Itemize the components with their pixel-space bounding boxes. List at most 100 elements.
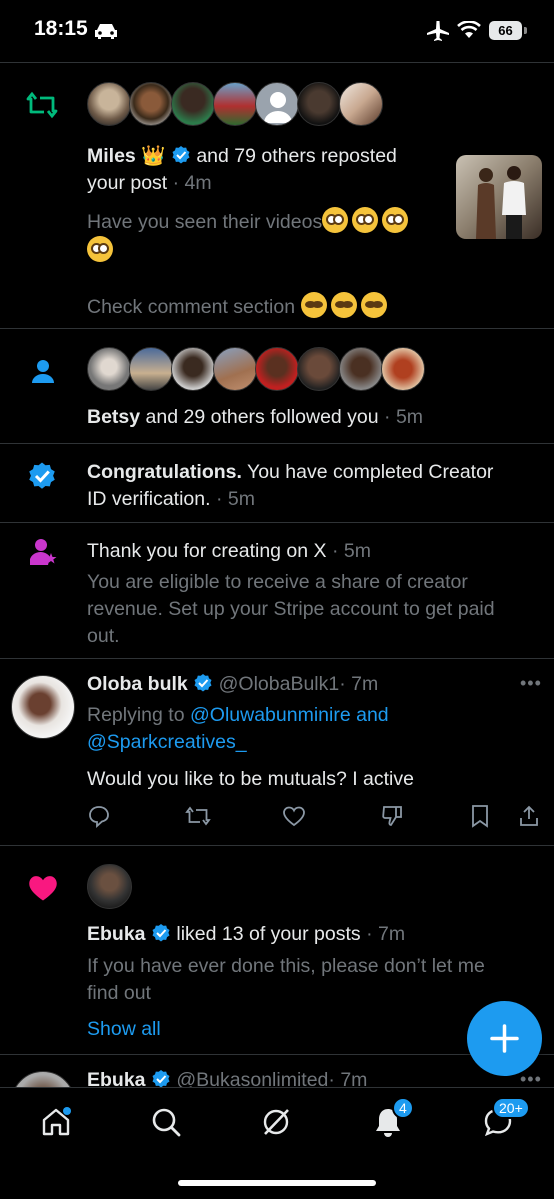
avatar (255, 82, 299, 126)
tab-grok[interactable] (260, 1106, 292, 1143)
notification-verification[interactable]: Congratulations. You have completed Crea… (0, 444, 554, 522)
crown-emoji: 👑 (141, 145, 166, 167)
messages-badge: 20+ (492, 1097, 530, 1119)
user-name[interactable]: Ebuka (87, 923, 146, 945)
avatar (339, 347, 383, 391)
tab-messages[interactable]: 20+ (482, 1097, 530, 1143)
post-snippet: Have you seen their videos Check comment… (87, 207, 447, 321)
notification-reply[interactable]: ••• Oloba bulk @OlobaBulk1· 7m Replying … (0, 659, 554, 845)
creator-title: Thank you for creating on X (87, 540, 327, 562)
user-handle: @Bukasonlimited (176, 1069, 329, 1087)
user-name[interactable]: Betsy (87, 406, 140, 428)
snippet-line2: find out (87, 982, 151, 1004)
verified-icon (194, 674, 212, 692)
creator-line3: out. (87, 625, 120, 647)
replying-to: Replying to @Oluwabunminire and @Sparkcr… (87, 702, 517, 756)
bookmark-icon[interactable] (469, 804, 491, 828)
flushed-emoji (322, 207, 349, 233)
verified-icon (152, 1070, 170, 1087)
notifications-badge: 4 (392, 1097, 414, 1119)
timestamp: · 5m (215, 488, 255, 510)
tab-notifications[interactable]: 4 (372, 1097, 414, 1143)
reply-icon[interactable] (87, 804, 111, 828)
timestamp: · 4m (172, 172, 212, 194)
tab-home[interactable] (40, 1106, 72, 1143)
follow-action: and 29 others followed you (145, 406, 379, 428)
show-all-link[interactable]: Show all (87, 1016, 161, 1043)
timestamp: · 7m (339, 673, 379, 695)
more-options-icon[interactable]: ••• (520, 673, 542, 694)
repost-action: and 79 others reposted (196, 145, 397, 167)
user-name[interactable]: Ebuka (87, 1069, 146, 1087)
snippet-line1: If you have ever done this, please don’t… (87, 955, 485, 977)
crying-emoji (300, 292, 327, 318)
repost-icon (26, 91, 58, 119)
compose-icon (490, 1024, 519, 1053)
default-avatar-icon (264, 92, 292, 123)
avatar[interactable] (11, 1071, 75, 1087)
avatar[interactable] (87, 864, 132, 909)
thumbnail-people-image (476, 166, 526, 239)
creator-line2: revenue. Set up your Stripe account to g… (87, 598, 495, 620)
avatar (87, 82, 131, 126)
avatar (213, 82, 257, 126)
mention-link[interactable]: @Oluwabunminire and (190, 704, 389, 726)
home-icon (42, 1107, 71, 1136)
timestamp: · 7m (328, 1069, 368, 1087)
creator-line1: You are eligible to receive a share of c… (87, 571, 468, 593)
verified-icon (172, 146, 190, 164)
avatar (171, 347, 215, 391)
partial-header: Ebuka @Bukasonlimited· 7m (87, 1067, 517, 1087)
share-icon[interactable] (517, 804, 541, 828)
notification-creator[interactable]: Thank you for creating on X · 5m You are… (0, 523, 554, 658)
mention-link[interactable]: @Sparkcreatives_ (87, 731, 247, 753)
repost-text: Miles 👑 and 79 others reposted your post… (87, 143, 447, 197)
avatar[interactable] (11, 675, 75, 739)
dislike-icon[interactable] (380, 804, 404, 828)
status-bar: 18:15 66 (0, 0, 554, 62)
post-thumbnail[interactable] (456, 155, 542, 239)
timestamp: · 5m (384, 406, 424, 428)
avatar-row (87, 82, 383, 126)
avatar (255, 347, 299, 391)
notification-follow[interactable]: Betsy and 29 others followed you · 5m (0, 329, 554, 443)
avatar (297, 347, 341, 391)
tab-search[interactable] (150, 1106, 182, 1143)
heart-icon (29, 876, 57, 901)
verification-line2: ID verification. (87, 488, 211, 510)
creator-text: Thank you for creating on X · 5m (87, 538, 547, 565)
wifi-icon (457, 21, 481, 38)
avatar (297, 82, 341, 126)
repost-icon[interactable] (185, 804, 211, 828)
avatar (381, 347, 425, 391)
snippet-line1: Have you seen their videos (87, 211, 323, 233)
follow-text: Betsy and 29 others followed you · 5m (87, 404, 537, 431)
flushed-emoji (382, 207, 409, 233)
timestamp: · 7m (366, 923, 406, 945)
status-time: 18:15 (34, 17, 88, 40)
avatar (129, 82, 173, 126)
flushed-emoji (87, 236, 113, 262)
like-icon[interactable] (282, 804, 306, 828)
compose-button[interactable] (467, 1001, 542, 1076)
airplane-icon (427, 21, 449, 41)
avatar-row (87, 347, 425, 391)
liked-post-snippet: If you have ever done this, please don’t… (87, 953, 537, 1007)
crying-emoji (330, 292, 357, 318)
timestamp: · 5m (331, 540, 371, 562)
user-name[interactable]: Oloba bulk (87, 673, 188, 695)
verification-text: Congratulations. You have completed Crea… (87, 459, 547, 513)
user-name[interactable]: Miles (87, 145, 136, 167)
verification-title: Congratulations. (87, 461, 242, 483)
avatar (213, 347, 257, 391)
like-action: liked 13 of your posts (176, 923, 361, 945)
verification-line1: You have completed Creator (241, 461, 494, 483)
avatar (129, 347, 173, 391)
battery-tip (524, 27, 527, 34)
battery-indicator: 66 (489, 21, 522, 40)
home-indicator (178, 1180, 376, 1186)
replying-to-label: Replying to (87, 704, 185, 726)
verified-icon (29, 462, 55, 489)
reply-header: Oloba bulk @OlobaBulk1· 7m (87, 671, 517, 698)
snippet-line2: Check comment section (87, 296, 296, 318)
